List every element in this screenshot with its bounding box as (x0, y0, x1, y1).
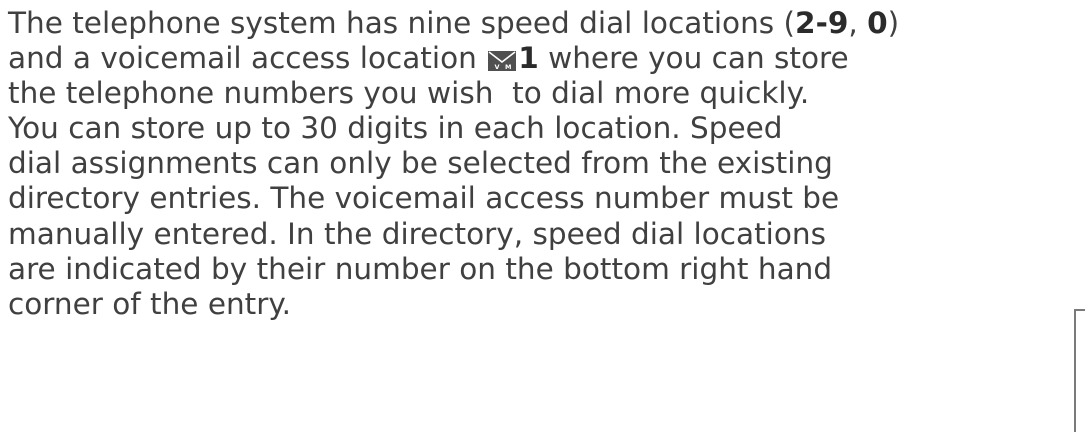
line-1-close-paren: ) (887, 6, 900, 40)
paragraph-line-4: You can store up to 30 digits in each lo… (8, 111, 783, 146)
voicemail-envelope-svg: V M (488, 51, 517, 72)
paragraph-line-9: corner of the entry. (8, 286, 292, 321)
line-2-text-b: where you can store (538, 41, 849, 76)
svg-text:V: V (495, 63, 500, 71)
line-1-text: The telephone system has nine speed dial… (8, 6, 796, 40)
illustration-frame-edge (1074, 309, 1085, 432)
paragraph-line-8: are indicated by their number on the bot… (8, 251, 833, 286)
line-2-text-a: and a voicemail access location (8, 41, 487, 76)
speed-dial-range-key: 2-9 (795, 6, 849, 40)
paragraph-line-5: dial assignments can only be selected fr… (8, 146, 833, 181)
line-1-separator: , (848, 6, 868, 40)
voicemail-key: 1 (518, 41, 539, 76)
paragraph-line-6: directory entries. The voicemail access … (8, 181, 840, 216)
speed-dial-paragraph: The telephone system has nine speed dial… (8, 6, 1085, 322)
svg-text:M: M (505, 63, 511, 71)
paragraph-line-1: The telephone system has nine speed dial… (8, 6, 1085, 41)
paragraph-line-2: and a voicemail access location V M 1 wh… (8, 41, 1085, 76)
paragraph-line-7: manually entered. In the directory, spee… (8, 216, 826, 251)
speed-dial-zero-key: 0 (867, 6, 888, 40)
voicemail-envelope-icon: V M (488, 51, 517, 72)
paragraph-line-3: the telephone numbers you wish to dial m… (8, 76, 810, 111)
